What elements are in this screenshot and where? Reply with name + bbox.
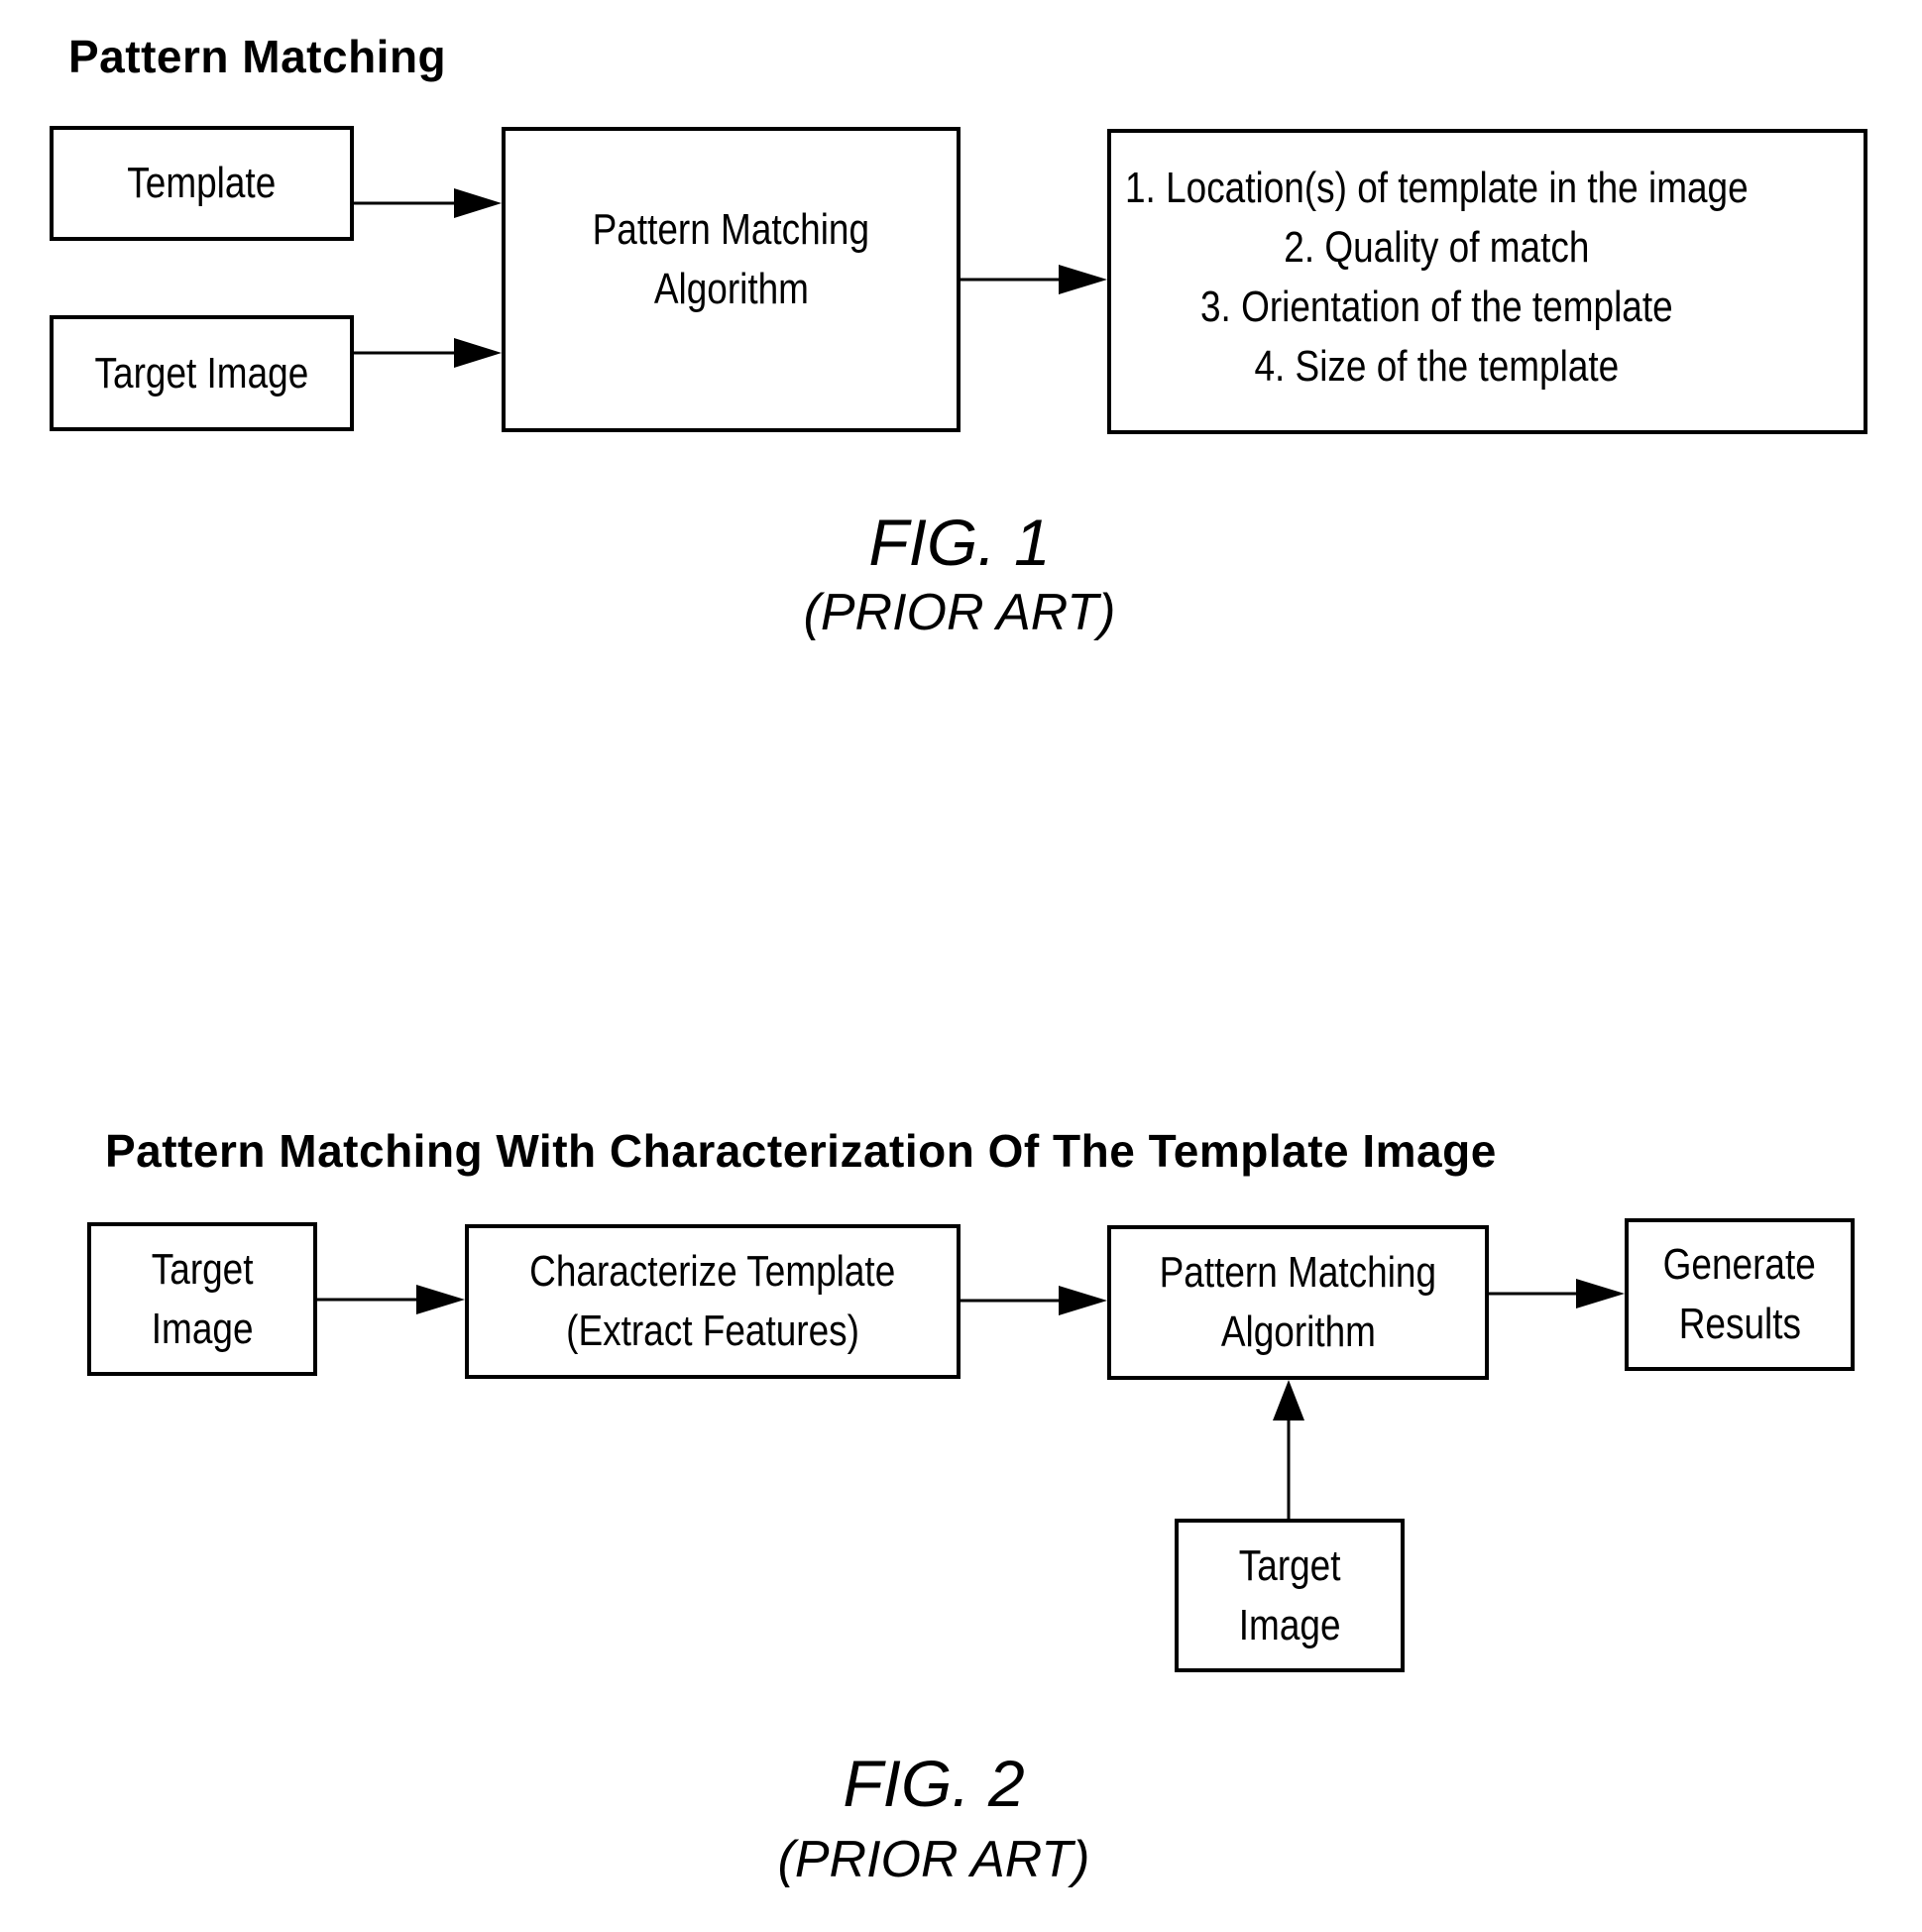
fig2-arrow-target-to-characterize [317, 1285, 465, 1314]
fig1-arrow-target-to-algorithm [354, 338, 502, 368]
arrowhead-icon [416, 1285, 465, 1314]
fig2-arrow-algorithm-to-generate [1489, 1279, 1625, 1308]
arrowhead-icon [454, 338, 502, 368]
arrowhead-icon [1059, 265, 1107, 294]
fig2-arrow-characterize-to-algorithm [961, 1286, 1107, 1315]
arrowhead-icon [1273, 1380, 1304, 1421]
fig1-arrow-algorithm-to-results [961, 265, 1107, 294]
arrowhead-icon [1059, 1286, 1107, 1315]
fig1-arrow-template-to-algorithm [354, 188, 502, 218]
arrowhead-icon [1576, 1279, 1625, 1308]
arrowhead-icon [454, 188, 502, 218]
connector-layer [317, 188, 1625, 1519]
fig2-arrow-target-to-algorithm [1273, 1380, 1304, 1519]
